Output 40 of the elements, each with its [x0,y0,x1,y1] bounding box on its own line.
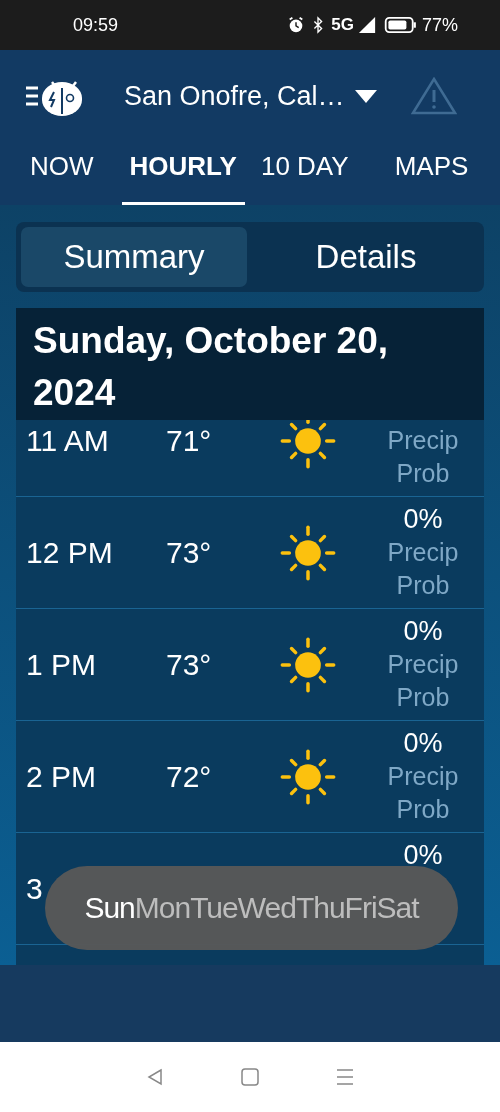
date-heading: Sunday, October 20, 2024 [16,308,484,420]
precip-percent: 0% [403,728,443,760]
temperature: 71° [166,424,213,458]
battery-icon [383,16,418,34]
precip-label: Precip Prob [386,425,460,489]
temperature: 72° [166,760,213,794]
tab[interactable]: 10 DAY [252,142,357,205]
precip-label: Precip Prob [386,761,460,825]
hour-time: 1 PM [25,648,98,682]
day-option[interactable]: Fri [344,891,377,925]
tab[interactable]: MAPS [386,142,477,205]
precip-percent: 0% [403,616,443,648]
home-icon[interactable] [240,1067,260,1087]
tab[interactable]: NOW [20,142,104,205]
day-option[interactable]: Sun [84,891,135,925]
signal-icon [357,16,376,34]
precip-percent: 0% [403,504,443,536]
menu-icon[interactable] [334,1067,355,1087]
clock-time: 09:59 [73,14,119,36]
hour-time: 12 PM [25,536,114,570]
precip-percent: 0% [403,840,443,872]
warning-icon[interactable] [410,77,457,115]
day-option[interactable]: Wed [237,891,296,925]
day-option[interactable]: Thu [295,891,345,925]
temperature: 73° [166,648,213,682]
hour-time: 3 [25,872,44,906]
hour-time: 2 PM [25,760,98,794]
location-selector[interactable]: San Onofre, Cal… [124,80,377,112]
battery-percent: 77% [421,14,458,36]
caret-icon [354,89,377,103]
hour-time: 11 AM [25,424,110,458]
day-option[interactable]: Mon [134,891,191,925]
temperature: 73° [166,536,213,570]
segment-tab[interactable]: Details [253,227,479,287]
precip-label: Precip Prob [386,649,460,713]
day-option[interactable]: Sat [376,891,419,925]
precip-label: Precip Prob [386,537,460,601]
segment-tab[interactable]: Summary [21,227,247,287]
network-type: 5G [331,15,354,35]
day-option[interactable]: Tue [190,891,238,925]
